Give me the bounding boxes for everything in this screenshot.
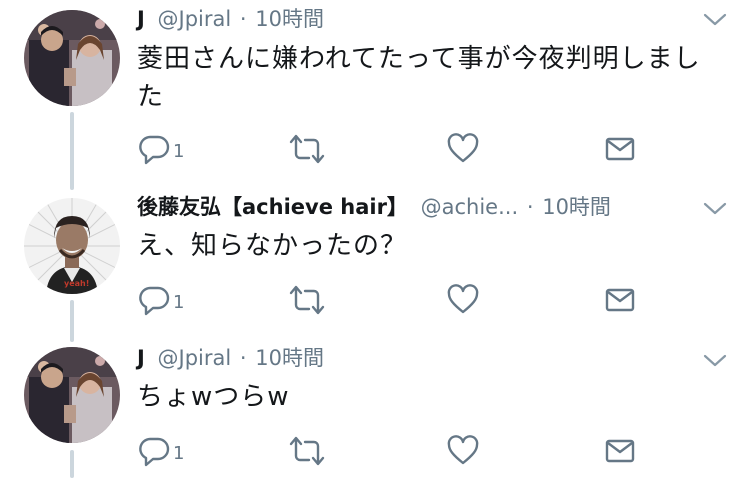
heart-icon (447, 133, 479, 163)
envelope-icon (605, 288, 635, 312)
timestamp[interactable]: 10時間 (255, 346, 324, 370)
dm-button[interactable] (603, 132, 637, 166)
envelope-icon (605, 439, 635, 463)
tweet[interactable]: J @Jpiral · 10時間 菱田さんに嫌われてたって事が今夜判明しまし た… (0, 0, 750, 185)
tweet-text: ちょwつらw (137, 378, 727, 416)
tweet-text-line: た (137, 82, 165, 112)
reply-icon (139, 286, 170, 316)
like-button[interactable] (446, 283, 480, 317)
avatar[interactable]: yeah! (24, 198, 120, 294)
separator: · (526, 195, 534, 219)
chevron-down-icon[interactable] (702, 12, 728, 28)
reply-button[interactable]: 1 (137, 283, 184, 317)
retweet-icon (289, 285, 325, 315)
separator: · (239, 7, 247, 31)
like-button[interactable] (446, 434, 480, 468)
dm-button[interactable] (603, 434, 637, 468)
user-handle[interactable]: @Jpiral (158, 346, 232, 370)
avatar[interactable] (24, 10, 120, 106)
heart-icon (447, 435, 479, 465)
chevron-down-icon[interactable] (702, 353, 728, 369)
tweet-header: 後藤友弘【achieve hair】 @achie... · 10時間 (137, 192, 611, 222)
retweet-button[interactable] (287, 132, 327, 166)
heart-icon (447, 284, 479, 314)
tweet-text-line: え、知らなかったの？ (137, 231, 408, 261)
reply-count: 1 (173, 140, 185, 162)
tweet-text: 菱田さんに嫌われてたって事が今夜判明しまし た (137, 40, 727, 116)
tweet-actions: 1 (137, 283, 657, 317)
reply-icon (139, 437, 170, 467)
chevron-down-icon[interactable] (702, 201, 728, 217)
tweet-actions: 1 (137, 132, 657, 166)
svg-text:yeah!: yeah! (64, 279, 89, 288)
separator: · (239, 346, 247, 370)
reply-button[interactable]: 1 (137, 434, 184, 468)
avatar[interactable] (24, 347, 120, 443)
display-name[interactable]: J (137, 346, 145, 370)
reply-icon (139, 135, 170, 165)
tweet-header: J @Jpiral · 10時間 (137, 4, 324, 34)
user-handle[interactable]: @Jpiral (158, 7, 232, 31)
dm-button[interactable] (603, 283, 637, 317)
like-button[interactable] (446, 132, 480, 166)
reply-button[interactable]: 1 (137, 132, 184, 166)
tweet-text-line: ちょwつらw (137, 382, 290, 412)
envelope-icon (605, 137, 635, 161)
tweet[interactable]: yeah! 後藤友弘【achieve hair】 @achie... · 10時… (0, 185, 750, 340)
display-name[interactable]: J (137, 7, 145, 31)
user-handle[interactable]: @achie... (421, 195, 519, 219)
tweet-text: え、知らなかったの？ (137, 227, 727, 265)
reply-count: 1 (173, 291, 185, 313)
tweet[interactable]: J @Jpiral · 10時間 ちょwつらw 1 (0, 340, 750, 478)
retweet-button[interactable] (287, 283, 327, 317)
retweet-icon (289, 436, 325, 466)
retweet-button[interactable] (287, 434, 327, 468)
retweet-icon (289, 134, 325, 164)
display-name[interactable]: 後藤友弘【achieve hair】 (137, 195, 408, 219)
reply-count: 1 (173, 442, 185, 464)
tweet-actions: 1 (137, 434, 657, 468)
timestamp[interactable]: 10時間 (542, 195, 611, 219)
tweet-text-line: 菱田さんに嫌われてたって事が今夜判明しまし (137, 44, 701, 74)
timestamp[interactable]: 10時間 (255, 7, 324, 31)
tweet-header: J @Jpiral · 10時間 (137, 343, 324, 373)
